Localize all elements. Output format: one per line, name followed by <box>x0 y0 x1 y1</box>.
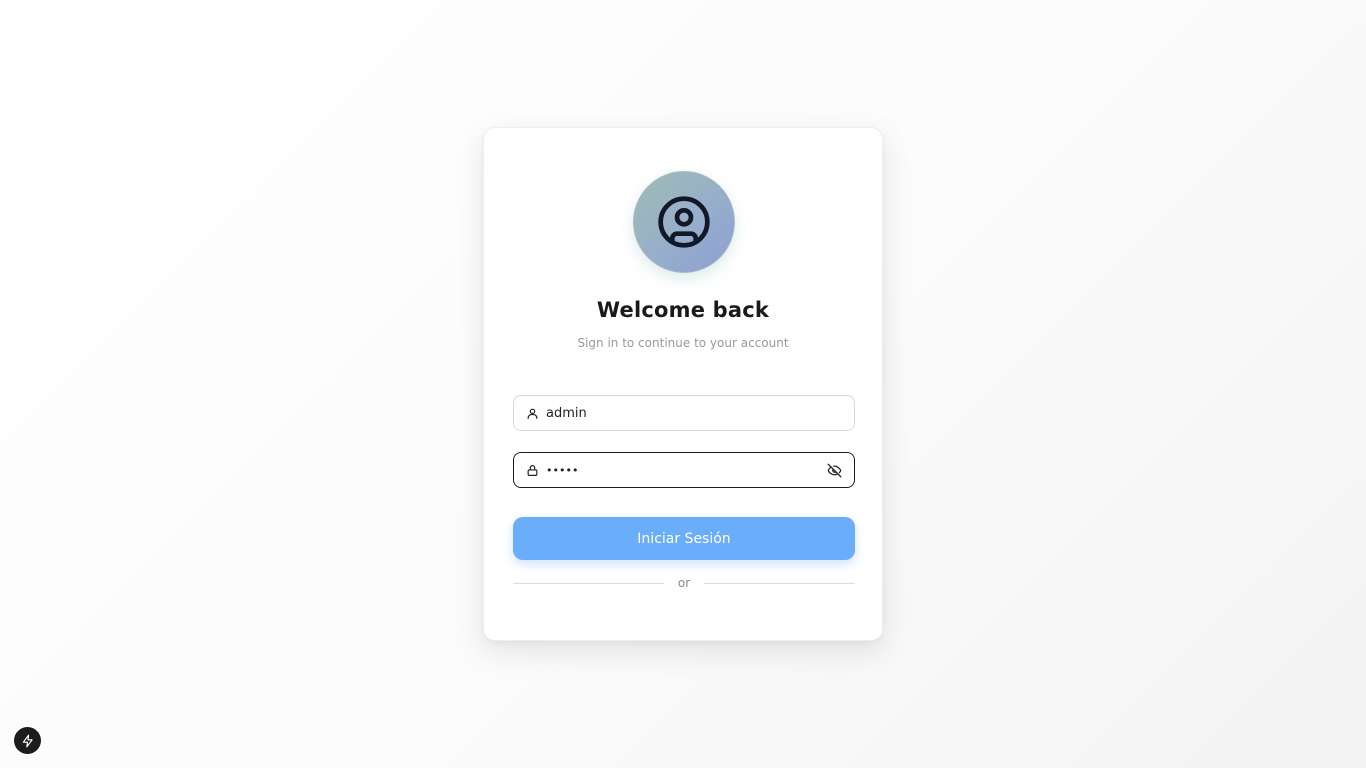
avatar <box>633 171 735 273</box>
sign-in-button[interactable]: Iniciar Sesión <box>513 517 855 560</box>
username-input[interactable] <box>546 405 842 421</box>
page-subtitle: Sign in to continue to your account <box>577 336 789 350</box>
login-card: Welcome back Sign in to continue to your… <box>483 127 883 641</box>
devtools-button[interactable] <box>14 727 41 754</box>
divider-line-right <box>704 582 855 584</box>
username-field[interactable] <box>513 395 855 431</box>
or-divider: or <box>513 574 855 592</box>
lock-icon <box>526 464 539 477</box>
user-icon <box>526 407 539 420</box>
divider-line-left <box>513 582 664 584</box>
divider-text: or <box>677 576 691 590</box>
bolt-icon <box>22 734 33 747</box>
page-title: Welcome back <box>596 298 770 322</box>
eye-off-icon[interactable] <box>826 462 842 478</box>
password-field[interactable] <box>513 452 855 488</box>
password-input[interactable] <box>546 463 826 477</box>
user-circle-icon <box>658 196 710 248</box>
